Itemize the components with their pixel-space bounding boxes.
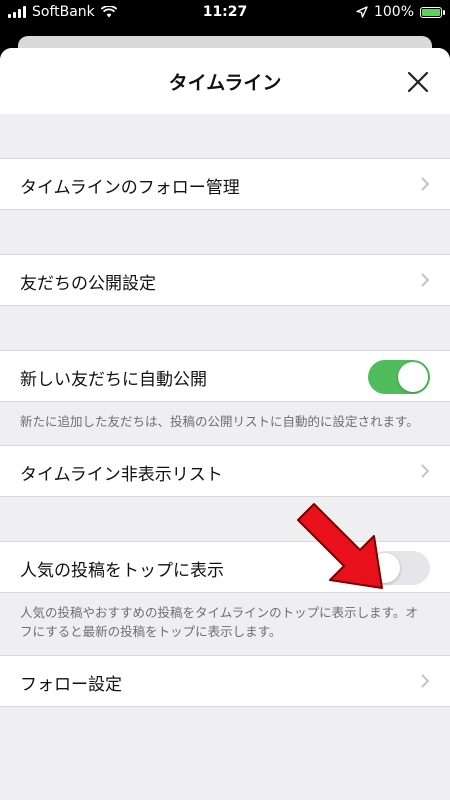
popular-top-note: 人気の投稿やおすすめの投稿をタイムラインのトップに表示します。オフにすると最新の… (20, 605, 418, 639)
popular-top-toggle[interactable] (368, 551, 430, 585)
toggle-knob (398, 362, 428, 392)
follow-management-label: タイムラインのフォロー管理 (20, 178, 240, 198)
battery-icon (420, 6, 445, 18)
friend-publicity-label: 友だちの公開設定 (20, 274, 156, 294)
sheet-header: タイムライン (0, 48, 450, 114)
toggle-knob (370, 553, 400, 583)
battery-fill (422, 8, 440, 16)
hidden-list-row[interactable]: タイムライン非表示リスト (0, 445, 450, 497)
chevron-right-icon (421, 273, 430, 287)
chevron-right-icon (421, 177, 430, 191)
timeline-settings-sheet: タイムライン タイムラインのフォロー管理 友だちの公開設定 新しい友だちに自動公… (0, 48, 450, 800)
auto-publish-toggle[interactable] (368, 360, 430, 394)
auto-publish-note: 新たに追加した友だちは、投稿の公開リストに自動的に設定されます。 (20, 414, 419, 429)
follow-settings-label: フォロー設定 (20, 675, 122, 695)
page-title: タイムライン (168, 72, 282, 94)
friend-publicity-row[interactable]: 友だちの公開設定 (0, 254, 450, 306)
popular-top-label: 人気の投稿をトップに表示 (20, 561, 224, 581)
follow-management-row[interactable]: タイムラインのフォロー管理 (0, 158, 450, 210)
popular-top-row: 人気の投稿をトップに表示 (0, 541, 450, 593)
follow-settings-row[interactable]: フォロー設定 (0, 655, 450, 707)
close-icon[interactable] (404, 68, 432, 96)
auto-publish-row: 新しい友だちに自動公開 (0, 350, 450, 402)
hidden-list-label: タイムライン非表示リスト (20, 465, 223, 485)
location-icon (356, 6, 368, 18)
status-bar: SoftBank 11:27 100% (0, 0, 450, 26)
chevron-right-icon (421, 464, 430, 478)
chevron-right-icon (421, 674, 430, 688)
auto-publish-label: 新しい友だちに自動公開 (20, 370, 207, 390)
battery-percent: 100% (373, 4, 414, 20)
